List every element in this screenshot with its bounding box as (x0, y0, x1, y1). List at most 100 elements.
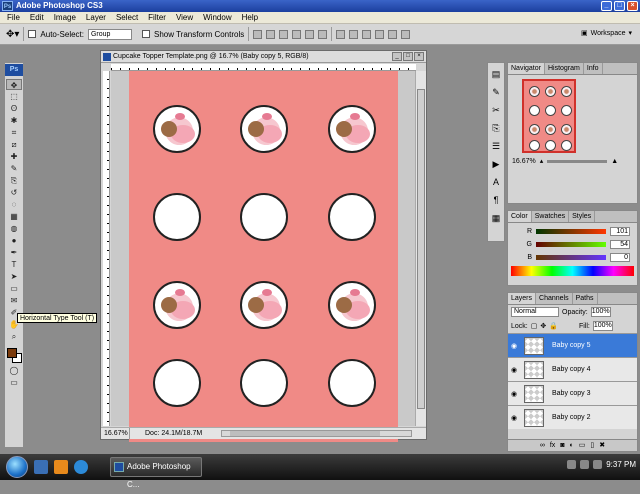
green-slider[interactable] (536, 241, 606, 247)
layer-row[interactable]: ◉ Baby copy 5 (508, 333, 637, 357)
cupcake-topper-baby-image[interactable] (240, 281, 288, 329)
canvas-area[interactable] (111, 71, 416, 442)
shape-tool-icon[interactable]: ▭ (6, 283, 22, 294)
opacity-field[interactable]: 100% (590, 307, 611, 317)
show-desktop-icon[interactable] (34, 460, 48, 474)
menu-edit[interactable]: Edit (25, 13, 49, 22)
tab-layers[interactable]: Layers (508, 293, 537, 304)
zoom-in-icon[interactable]: ▲ (611, 158, 618, 165)
network-icon[interactable] (567, 460, 577, 469)
taskbar-photoshop-button[interactable]: Adobe Photoshop C... (110, 457, 202, 489)
brush-tool-icon[interactable]: ✎ (6, 163, 22, 174)
tab-styles[interactable]: Styles (569, 211, 596, 222)
horizontal-ruler[interactable] (111, 64, 416, 71)
navigator-zoom[interactable]: 16.67% (512, 158, 536, 165)
align-top-icon[interactable] (253, 29, 263, 39)
auto-select-dropdown[interactable]: Group (87, 28, 132, 40)
tab-info[interactable]: Info (584, 63, 603, 74)
adjustment-layer-icon[interactable]: ◐ (570, 440, 574, 451)
menu-image[interactable]: Image (49, 13, 81, 22)
doc-maximize-button[interactable]: □ (403, 52, 413, 61)
brushes-icon[interactable]: ✎ (488, 85, 504, 99)
actions-icon[interactable]: ▶ (488, 157, 504, 171)
tab-histogram[interactable]: Histogram (545, 63, 584, 74)
zoom-slider[interactable] (547, 159, 608, 163)
visibility-eye-icon[interactable]: ◉ (508, 390, 520, 398)
menu-window[interactable]: Window (198, 13, 236, 22)
move-tool-icon[interactable]: ✥ (6, 79, 22, 90)
layer-mask-icon[interactable]: ◙ (560, 440, 564, 451)
distribute-vcenter-icon[interactable] (349, 29, 359, 39)
healing-brush-icon[interactable]: ✚ (6, 151, 22, 162)
browser-icon[interactable] (74, 460, 88, 474)
slice-tool-icon[interactable]: ⧄ (6, 139, 22, 150)
layer-row[interactable]: ◉ Baby copy 3 (508, 381, 637, 405)
history-brush-icon[interactable]: ↺ (6, 187, 22, 198)
character-icon[interactable]: A (488, 175, 504, 189)
marquee-tool-icon[interactable]: ⬚ (6, 91, 22, 102)
layer-comps-icon[interactable]: ▦ (488, 211, 504, 225)
volume-icon[interactable] (580, 460, 590, 469)
cupcake-topper-blank-circle[interactable] (153, 359, 201, 407)
paragraph-icon[interactable]: ¶ (488, 193, 504, 207)
menu-help[interactable]: Help (237, 13, 263, 22)
link-layers-icon[interactable]: ∞ (540, 440, 545, 451)
type-tool-icon[interactable]: T (6, 259, 22, 270)
cupcake-topper-blank-circle[interactable] (240, 193, 288, 241)
zoom-out-icon[interactable]: ▴ (540, 157, 544, 165)
lasso-tool-icon[interactable]: ʘ (6, 103, 22, 114)
dodge-tool-icon[interactable]: ● (6, 235, 22, 246)
blue-slider[interactable] (536, 254, 606, 260)
minimize-button[interactable]: _ (601, 1, 612, 11)
move-tool-preset-icon[interactable]: ✥▾ (6, 29, 19, 40)
lock-all-icon[interactable]: 🔒 (549, 322, 558, 330)
cupcake-topper-baby-image[interactable] (153, 281, 201, 329)
green-value[interactable]: 54 (610, 239, 630, 249)
align-vcenter-icon[interactable] (266, 29, 276, 39)
navigator-preview[interactable] (522, 79, 576, 153)
lock-position-icon[interactable]: ✥ (540, 322, 546, 330)
magic-wand-icon[interactable]: ✱ (6, 115, 22, 126)
cupcake-topper-blank-circle[interactable] (328, 193, 376, 241)
blue-value[interactable]: 0 (610, 252, 630, 262)
zoom-level[interactable]: 16.67% (104, 428, 130, 439)
align-right-icon[interactable] (318, 29, 328, 39)
cupcake-topper-baby-image[interactable] (240, 105, 288, 153)
clock[interactable]: 9:37 PM (606, 460, 636, 469)
tool-presets-icon[interactable]: ▤ (488, 67, 504, 81)
vertical-ruler[interactable] (103, 71, 110, 426)
tab-navigator[interactable]: Navigator (508, 63, 545, 74)
align-hcenter-icon[interactable] (305, 29, 315, 39)
doc-close-button[interactable]: × (414, 52, 424, 61)
tab-swatches[interactable]: Swatches (532, 211, 570, 222)
vertical-scrollbar[interactable] (415, 71, 426, 426)
distribute-bottom-icon[interactable] (362, 29, 372, 39)
screen-mode-icon[interactable]: ▭ (6, 377, 22, 388)
cupcake-topper-blank-circle[interactable] (240, 359, 288, 407)
visibility-eye-icon[interactable]: ◉ (508, 414, 520, 422)
blend-mode-dropdown[interactable]: Normal (511, 307, 559, 317)
menu-select[interactable]: Select (111, 13, 143, 22)
layer-style-icon[interactable]: fx (550, 440, 555, 451)
tray-app-icon[interactable] (593, 460, 603, 469)
menu-filter[interactable]: Filter (143, 13, 171, 22)
distribute-left-icon[interactable] (375, 29, 385, 39)
cupcake-topper-baby-image[interactable] (328, 281, 376, 329)
cupcake-topper-blank-circle[interactable] (328, 359, 376, 407)
align-bottom-icon[interactable] (279, 29, 289, 39)
scroll-thumb[interactable] (417, 89, 425, 409)
delete-layer-icon[interactable]: ✖ (599, 440, 605, 451)
clone-stamp-icon[interactable]: ⎘ (6, 175, 22, 186)
new-group-icon[interactable]: ▭ (579, 440, 586, 451)
cupcake-topper-baby-image[interactable] (328, 105, 376, 153)
fill-field[interactable]: 100% (592, 321, 613, 331)
cupcake-topper-blank-circle[interactable] (153, 193, 201, 241)
tab-channels[interactable]: Channels (536, 293, 573, 304)
red-value[interactable]: 101 (610, 226, 630, 236)
crop-tool-icon[interactable]: ⌗ (6, 127, 22, 138)
gradient-tool-icon[interactable]: ▦ (6, 211, 22, 222)
pen-tool-icon[interactable]: ✒ (6, 247, 22, 258)
notes-tool-icon[interactable]: ✉ (6, 295, 22, 306)
tools-icon[interactable]: ✂ (488, 103, 504, 117)
quick-mask-icon[interactable]: ◯ (6, 365, 22, 376)
